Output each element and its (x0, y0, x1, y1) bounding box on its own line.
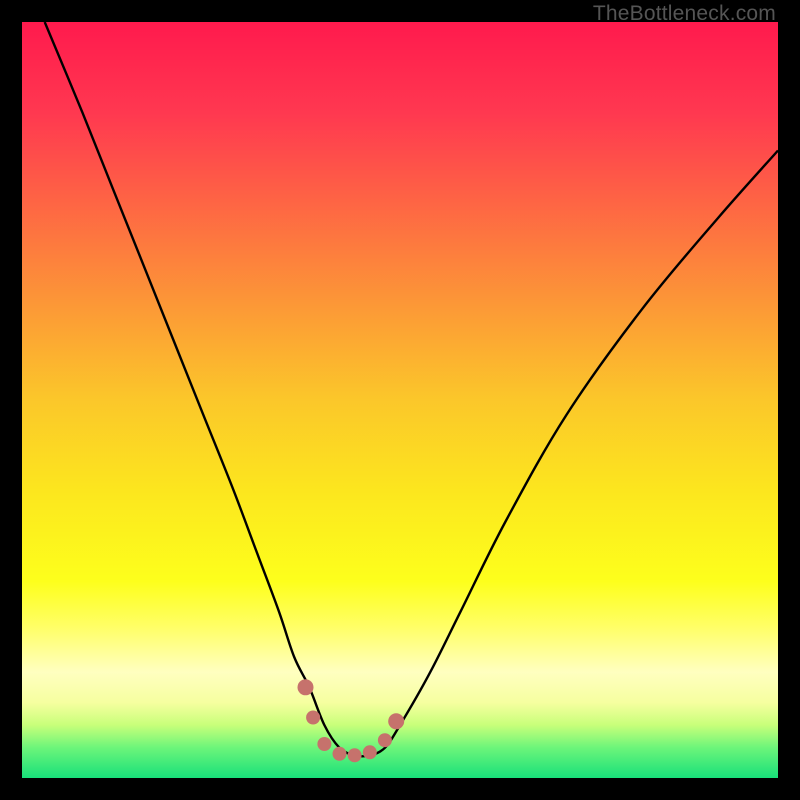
valley-dot (317, 737, 331, 751)
valley-dot (333, 747, 347, 761)
valley-dot (378, 733, 392, 747)
watermark-text: TheBottleneck.com (593, 2, 776, 26)
outer-frame: TheBottleneck.com (0, 0, 800, 800)
valley-markers (298, 679, 405, 762)
plot-area (22, 22, 778, 778)
valley-dot (388, 713, 404, 729)
chart-svg (22, 22, 778, 778)
bottleneck-curve (45, 22, 778, 756)
valley-dot (298, 679, 314, 695)
valley-dot (306, 711, 320, 725)
valley-dot (363, 745, 377, 759)
valley-dot (348, 748, 362, 762)
